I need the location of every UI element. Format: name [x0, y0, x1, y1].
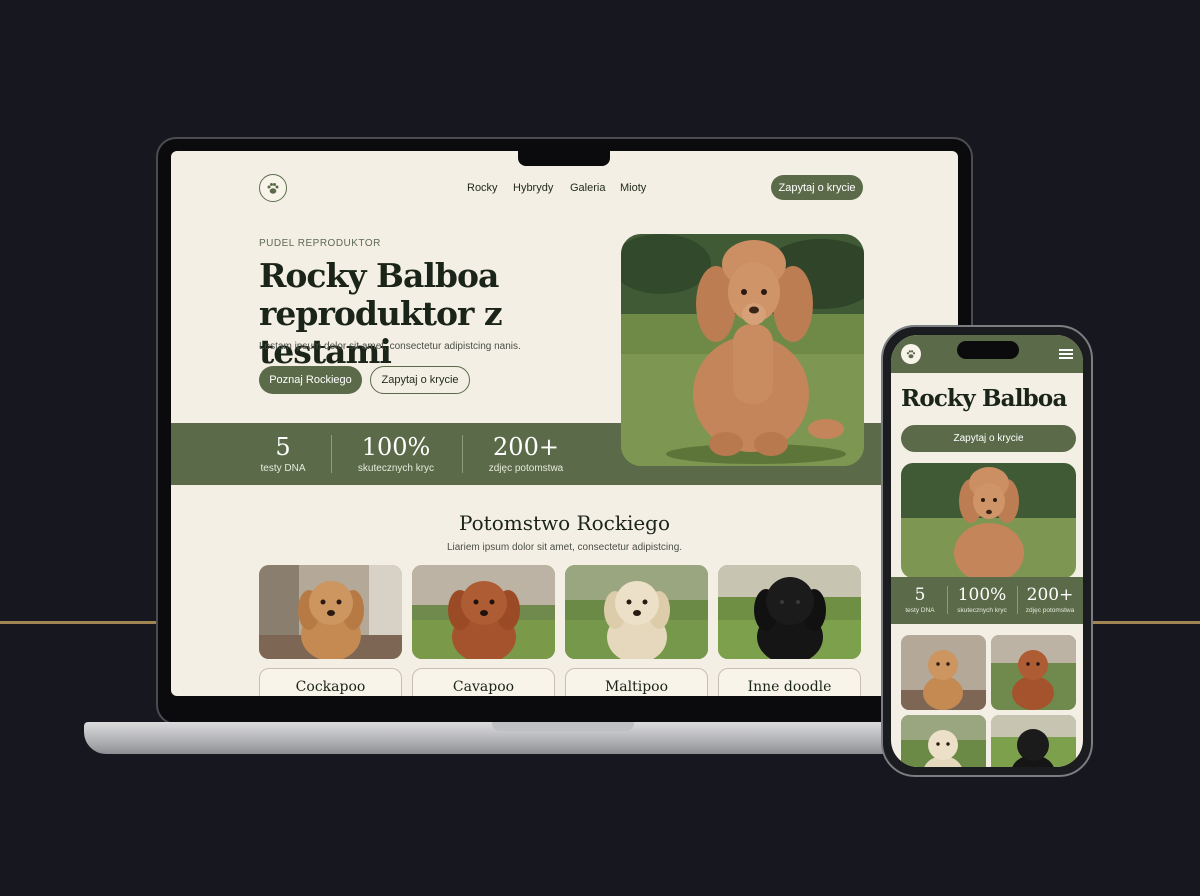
- breed-card-cavapoo[interactable]: Cavapoo: [412, 668, 555, 696]
- offspring-title: Potomstwo Rockiego: [458, 511, 671, 535]
- mobile-cavapoo-photo[interactable]: [991, 635, 1076, 710]
- hero-title-line-1: Rocky Balboa: [259, 256, 499, 295]
- dynamic-island: [957, 341, 1019, 359]
- stat-photos: 200+ zdjęc potomstwa: [476, 423, 576, 485]
- other-doodle-photo[interactable]: [718, 565, 861, 659]
- stat-value: 100%: [957, 585, 1007, 605]
- offspring-subtitle: Liariem ipsum dolor sit amet, consectetu…: [446, 542, 683, 553]
- stat-value: 5: [275, 433, 291, 461]
- hero-eyebrow: PUDEL REPRODUKTOR: [259, 238, 381, 249]
- phone-screen: Rocky Balboa Zapytaj o krycie 5 testy DN…: [891, 335, 1083, 767]
- stat-label: skutecznych kryc: [957, 607, 1007, 614]
- stat-label: zdjęc potomstwa: [488, 463, 564, 474]
- paw-icon: [267, 183, 279, 194]
- breed-card-other-doodle[interactable]: Inne doodle: [718, 668, 861, 696]
- gold-accent-line: [1090, 621, 1200, 624]
- laptop-base: [84, 722, 934, 754]
- nav-galeria[interactable]: Galeria: [570, 182, 605, 194]
- stat-label: testy DNA: [260, 463, 306, 474]
- mobile-title: Rocky Balboa: [901, 385, 1067, 412]
- header-inquiry-button[interactable]: Zapytaj o krycie: [771, 175, 863, 200]
- hero-subtitle: Lostam ipsum dolor sit amet, consectetur…: [259, 341, 521, 352]
- hero-title: Rocky Balboa reproduktor z testami: [259, 257, 599, 371]
- stat-divider: [462, 435, 463, 473]
- stat-value: 100%: [361, 433, 431, 461]
- nav-rocky[interactable]: Rocky: [467, 182, 498, 194]
- hamburger-menu-icon[interactable]: [1059, 349, 1073, 359]
- hero-inquiry-button[interactable]: Zapytaj o krycie: [370, 366, 470, 394]
- site-logo[interactable]: [259, 174, 287, 202]
- stat-value: 5: [914, 585, 926, 605]
- stat-divider: [331, 435, 332, 473]
- nav-hybrydy[interactable]: Hybrydy: [513, 182, 553, 194]
- mobile-cockapoo-photo[interactable]: [901, 635, 986, 710]
- hero-title-line-2: reproduktor z testami: [259, 294, 503, 371]
- stat-divider: [947, 586, 948, 614]
- mobile-inquiry-button[interactable]: Zapytaj o krycie: [901, 425, 1076, 452]
- stat-dna: 5 testy DNA: [243, 423, 323, 485]
- stat-success: 100% skutecznych kryc: [346, 423, 446, 485]
- breed-card-maltipoo[interactable]: Maltipoo: [565, 668, 708, 696]
- laptop-groove: [492, 722, 634, 731]
- meet-rocky-button[interactable]: Poznaj Rockiego: [259, 366, 362, 394]
- mobile-logo[interactable]: [901, 344, 921, 364]
- stat-divider: [1017, 586, 1018, 614]
- cavapoo-photo[interactable]: [412, 565, 555, 659]
- mobile-stat-success: 100% skutecznych kryc: [951, 577, 1013, 624]
- mobile-stat-dna: 5 testy DNA: [899, 577, 941, 624]
- maltipoo-photo[interactable]: [565, 565, 708, 659]
- stat-value: 200+: [1026, 585, 1074, 605]
- stat-label: skutecznych kryc: [357, 463, 435, 474]
- stat-value: 200+: [493, 433, 559, 461]
- stat-label: zdjęc potomstwa: [1025, 607, 1075, 614]
- laptop-mockup: Rocky Hybrydy Galeria Mioty Zapytaj o kr…: [156, 137, 973, 725]
- paw-icon: [906, 350, 916, 359]
- breed-card-cockapoo[interactable]: Cockapoo: [259, 668, 402, 696]
- mobile-maltipoo-photo[interactable]: [901, 715, 986, 767]
- hero-poodle-photo: [621, 234, 864, 466]
- mobile-hero-photo: [901, 463, 1076, 578]
- gold-accent-line: [0, 621, 160, 624]
- mobile-stat-photos: 200+ zdjęc potomstwa: [1021, 577, 1079, 624]
- laptop-screen: Rocky Hybrydy Galeria Mioty Zapytaj o kr…: [171, 151, 958, 696]
- phone-mockup: Rocky Balboa Zapytaj o krycie 5 testy DN…: [881, 325, 1093, 777]
- stat-label: testy DNA: [905, 607, 935, 614]
- nav-mioty[interactable]: Mioty: [620, 182, 646, 194]
- mobile-other-doodle-photo[interactable]: [991, 715, 1076, 767]
- camera-notch: [518, 151, 610, 166]
- mobile-stats-band: 5 testy DNA 100% skutecznych kryc 200+ z…: [891, 577, 1083, 624]
- cockapoo-photo[interactable]: [259, 565, 402, 659]
